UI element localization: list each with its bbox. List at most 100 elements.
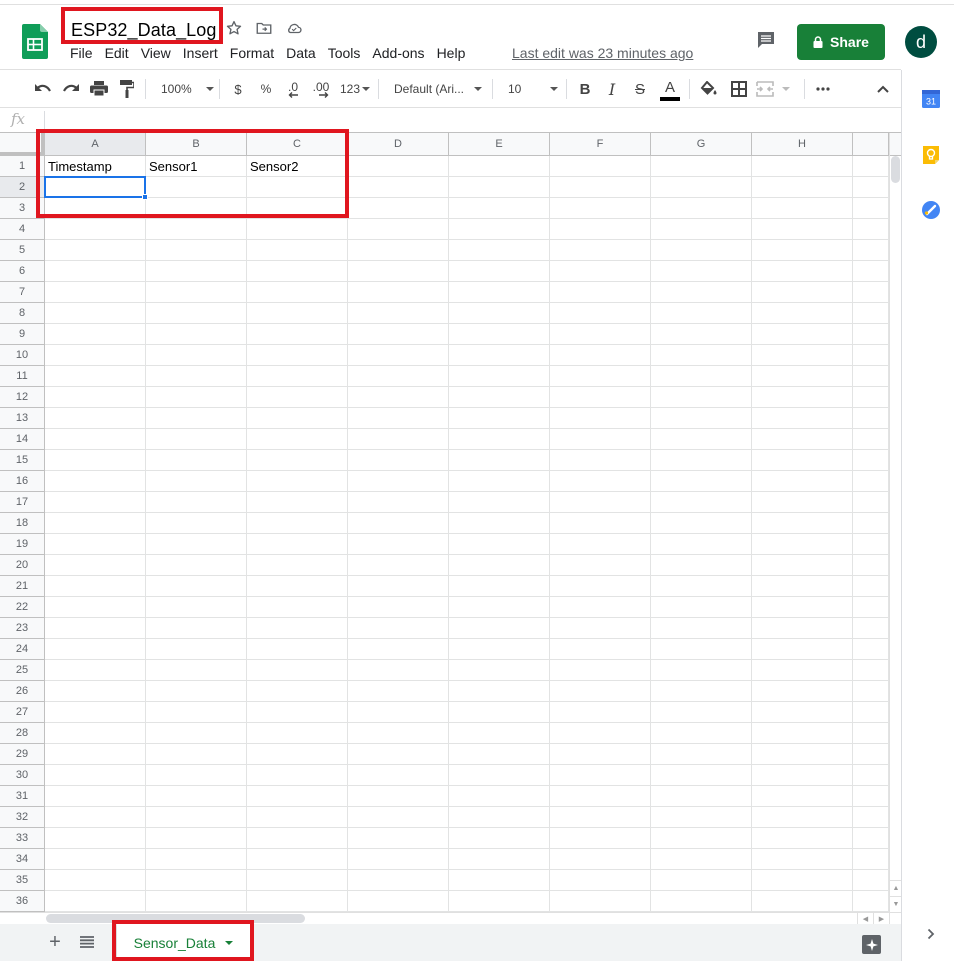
cell-partial[interactable] — [853, 555, 889, 576]
cell-c28[interactable] — [247, 723, 348, 744]
cell-g29[interactable] — [651, 744, 752, 765]
cell-e9[interactable] — [449, 324, 550, 345]
cell-g24[interactable] — [651, 639, 752, 660]
cell-b6[interactable] — [146, 261, 247, 282]
cell-f3[interactable] — [550, 198, 651, 219]
paint-format-button[interactable] — [117, 79, 137, 99]
cell-c17[interactable] — [247, 492, 348, 513]
cell-partial[interactable] — [853, 765, 889, 786]
cell-d9[interactable] — [348, 324, 449, 345]
cell-partial[interactable] — [853, 786, 889, 807]
cell-e29[interactable] — [449, 744, 550, 765]
cell-a24[interactable] — [45, 639, 146, 660]
cell-d7[interactable] — [348, 282, 449, 303]
spreadsheet-grid[interactable]: A B C D E F G H 1 Timestamp Sensor1 Sensor2 2 3 4 5 6 7 8 9… — [0, 133, 889, 912]
cell-e20[interactable] — [449, 555, 550, 576]
cell-d32[interactable] — [348, 807, 449, 828]
cell-c25[interactable] — [247, 660, 348, 681]
vertical-scrollbar[interactable]: ▲ ▼ — [889, 133, 902, 912]
cell-c29[interactable] — [247, 744, 348, 765]
cell-c15[interactable] — [247, 450, 348, 471]
document-title[interactable]: ESP32_Data_Log — [71, 20, 217, 41]
row-header-35[interactable]: 35 — [0, 870, 45, 891]
row-header-4[interactable]: 4 — [0, 219, 45, 240]
fill-handle[interactable] — [142, 194, 148, 200]
row-header-25[interactable]: 25 — [0, 660, 45, 681]
cell-e32[interactable] — [449, 807, 550, 828]
cell-g26[interactable] — [651, 681, 752, 702]
row-header-34[interactable]: 34 — [0, 849, 45, 870]
row-header-9[interactable]: 9 — [0, 324, 45, 345]
cell-e4[interactable] — [449, 219, 550, 240]
cell-c16[interactable] — [247, 471, 348, 492]
cell-partial[interactable] — [853, 660, 889, 681]
cell-g7[interactable] — [651, 282, 752, 303]
cell-f10[interactable] — [550, 345, 651, 366]
cell-e14[interactable] — [449, 429, 550, 450]
cell-c35[interactable] — [247, 870, 348, 891]
cell-g28[interactable] — [651, 723, 752, 744]
row-header-19[interactable]: 19 — [0, 534, 45, 555]
cell-partial[interactable] — [853, 240, 889, 261]
cell-partial[interactable] — [853, 576, 889, 597]
cell-f34[interactable] — [550, 849, 651, 870]
cell-e24[interactable] — [449, 639, 550, 660]
cell-d5[interactable] — [348, 240, 449, 261]
cell-d21[interactable] — [348, 576, 449, 597]
cell-a32[interactable] — [45, 807, 146, 828]
move-to-folder-icon[interactable] — [254, 18, 274, 38]
cell-h11[interactable] — [752, 366, 853, 387]
cell-e5[interactable] — [449, 240, 550, 261]
more-formats-button[interactable]: 123 — [338, 79, 372, 99]
cell-h28[interactable] — [752, 723, 853, 744]
cell-partial[interactable] — [853, 639, 889, 660]
cell-h8[interactable] — [752, 303, 853, 324]
menu-tools[interactable]: Tools — [322, 45, 367, 61]
cell-d14[interactable] — [348, 429, 449, 450]
cell-h13[interactable] — [752, 408, 853, 429]
cell-f33[interactable] — [550, 828, 651, 849]
cell-h30[interactable] — [752, 765, 853, 786]
cell-d10[interactable] — [348, 345, 449, 366]
google-calendar-icon[interactable]: 31 — [921, 89, 941, 109]
cloud-saved-icon[interactable] — [284, 18, 304, 38]
cell-e6[interactable] — [449, 261, 550, 282]
cell-d11[interactable] — [348, 366, 449, 387]
cell-a20[interactable] — [45, 555, 146, 576]
row-header-8[interactable]: 8 — [0, 303, 45, 324]
cell-a36[interactable] — [45, 891, 146, 912]
cell-h36[interactable] — [752, 891, 853, 912]
cell-partial[interactable] — [853, 408, 889, 429]
cell-f24[interactable] — [550, 639, 651, 660]
horizontal-scrollbar[interactable]: ◀ ▶ — [0, 912, 901, 924]
menu-data[interactable]: Data — [280, 45, 322, 61]
cell-f23[interactable] — [550, 618, 651, 639]
cell-e35[interactable] — [449, 870, 550, 891]
row-header-36[interactable]: 36 — [0, 891, 45, 912]
cell-a33[interactable] — [45, 828, 146, 849]
cell-h32[interactable] — [752, 807, 853, 828]
cell-f12[interactable] — [550, 387, 651, 408]
sheet-tab-sensor-data[interactable]: Sensor_Data — [117, 924, 250, 961]
cell-b20[interactable] — [146, 555, 247, 576]
cell-f32[interactable] — [550, 807, 651, 828]
cell-h25[interactable] — [752, 660, 853, 681]
cell-partial[interactable] — [853, 891, 889, 912]
cell-c12[interactable] — [247, 387, 348, 408]
row-header-32[interactable]: 32 — [0, 807, 45, 828]
cell-h26[interactable] — [752, 681, 853, 702]
cell-c9[interactable] — [247, 324, 348, 345]
cell-h21[interactable] — [752, 576, 853, 597]
cell-partial[interactable] — [853, 681, 889, 702]
cell-a3[interactable] — [45, 198, 146, 219]
row-header-30[interactable]: 30 — [0, 765, 45, 786]
cell-partial[interactable] — [853, 219, 889, 240]
row-header-11[interactable]: 11 — [0, 366, 45, 387]
all-sheets-button[interactable] — [78, 933, 96, 951]
cell-partial[interactable] — [853, 744, 889, 765]
cell-e26[interactable] — [449, 681, 550, 702]
cell-partial[interactable] — [853, 303, 889, 324]
row-header-17[interactable]: 17 — [0, 492, 45, 513]
font-family-select[interactable]: Default (Ari... — [390, 79, 486, 99]
cell-d36[interactable] — [348, 891, 449, 912]
